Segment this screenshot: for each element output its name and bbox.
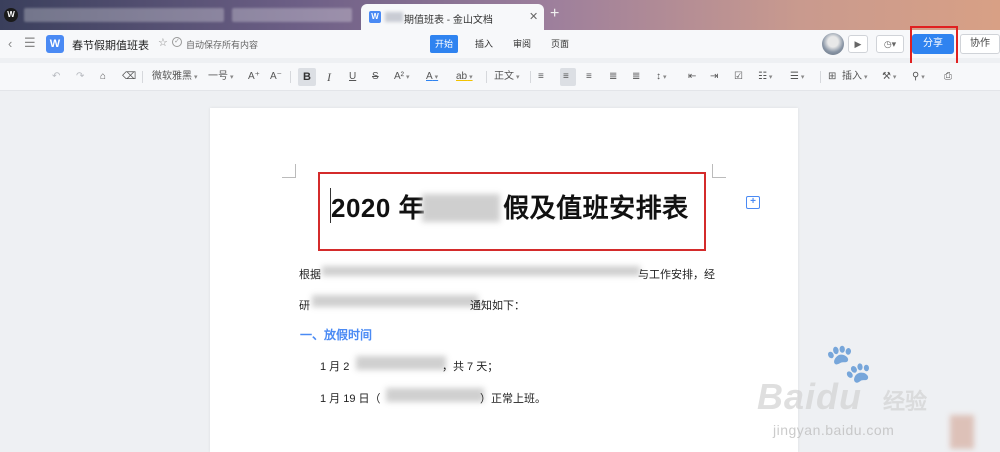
highlight-color-icon[interactable]: ab [456, 69, 473, 86]
decrease-font-icon[interactable]: A⁻ [270, 69, 282, 85]
list-item-end: ）正常上班。 [480, 393, 546, 405]
paragraph-style-select[interactable]: 正文 [494, 69, 519, 86]
redacted-text [312, 295, 478, 307]
present-icon[interactable]: ▶ [848, 35, 868, 53]
indent-increase-icon[interactable]: ⇥ [710, 69, 718, 85]
paragraph-start: 研 [299, 300, 310, 312]
bullet-list-icon[interactable]: ☷ [758, 69, 772, 86]
align-left-icon[interactable]: ≡ [538, 69, 544, 85]
underline-button[interactable]: U [349, 69, 356, 85]
star-icon[interactable]: ☆ [158, 36, 168, 49]
margin-corner-mark [282, 164, 296, 178]
blurred-tab[interactable] [232, 8, 352, 22]
close-icon[interactable]: ✕ [529, 10, 538, 23]
toolbar-divider [290, 71, 291, 83]
watermark-url: jingyan.baidu.com [773, 422, 895, 438]
line-spacing-icon[interactable]: ↕ [656, 69, 666, 86]
toolbar-divider [142, 71, 143, 83]
document-title[interactable]: 春节假期值班表 [72, 37, 149, 53]
title-highlight-box [318, 172, 706, 251]
back-icon[interactable]: ‹ [8, 36, 12, 51]
share-highlight-box [910, 26, 958, 66]
font-family-select[interactable]: 微软雅黑 [152, 69, 197, 86]
clear-format-icon[interactable]: ⌫ [122, 69, 136, 85]
insert-menu[interactable]: 插入 [842, 69, 867, 86]
history-icon[interactable]: ◷▾ [876, 35, 904, 53]
redacted-text [385, 12, 403, 22]
justify-icon[interactable]: ≣ [609, 69, 617, 85]
browser-tab-bar: W W 期值班表 - 金山文档 ✕ + [0, 0, 1000, 30]
format-painter-icon[interactable]: ⌂ [100, 69, 106, 85]
paragraph-start: 根据 [299, 269, 321, 281]
tab-page[interactable]: 页面 [546, 35, 574, 53]
comment-icon[interactable]: + [746, 196, 760, 209]
redacted-text [386, 388, 484, 402]
list-item-end: ，共 7 天； [442, 361, 499, 373]
checkbox-list-icon[interactable]: ☑ [734, 69, 743, 85]
blurred-tab[interactable] [24, 8, 224, 22]
increase-font-icon[interactable]: A⁺ [248, 69, 260, 85]
document-type-icon: W [46, 35, 64, 53]
toolbar-divider [530, 71, 531, 83]
margin-corner-mark [712, 164, 726, 178]
hamburger-menu-icon[interactable]: ☰ [24, 35, 36, 51]
redo-icon[interactable]: ↷ [76, 69, 84, 85]
align-center-icon[interactable]: ≡ [563, 69, 569, 85]
tab-review[interactable]: 审阅 [508, 35, 536, 53]
bold-button[interactable]: B [298, 68, 316, 86]
toolbar-divider [820, 71, 821, 83]
tools-icon[interactable]: ⚒ [882, 69, 896, 86]
check-circle-icon: ✓ [172, 37, 182, 47]
toolbar-divider [486, 71, 487, 83]
section-heading: 一、放假时间 [300, 328, 373, 342]
strikethrough-button[interactable]: S [372, 69, 379, 85]
list-item-start: 1 月 19 日（ [320, 393, 381, 405]
print-icon[interactable]: ⎙ [944, 69, 952, 85]
watermark-jingyan: 经验 [883, 389, 928, 414]
watermark-brand: Baidu [757, 376, 863, 417]
redacted-text [322, 266, 640, 276]
insert-icon[interactable]: ⊞ [828, 69, 836, 85]
paragraph-end: 通知如下： [470, 300, 525, 312]
indent-decrease-icon[interactable]: ⇤ [688, 69, 696, 85]
undo-icon[interactable]: ↶ [52, 69, 60, 85]
tab-insert[interactable]: 插入 [470, 35, 498, 53]
avatar[interactable] [822, 33, 844, 55]
wps-logo-icon[interactable]: W [4, 8, 18, 22]
font-color-icon[interactable]: A [426, 69, 438, 86]
blurred-widget[interactable] [950, 415, 974, 449]
font-size-select[interactable]: 一号 [208, 69, 233, 86]
list-item-start: 1 月 2 [320, 361, 350, 373]
active-tab-title: 期值班表 - 金山文档 [404, 15, 493, 26]
paragraph-end: 与工作安排，经 [638, 269, 715, 281]
align-right-icon[interactable]: ≡ [586, 69, 592, 85]
italic-button[interactable]: I [327, 69, 331, 85]
numbered-list-icon[interactable]: ☰ [790, 69, 804, 86]
document-icon: W [369, 11, 381, 23]
formatting-toolbar: ↶ ↷ ⌂ ⌫ 微软雅黑 一号 A⁺ A⁻ B I U S A² A ab 正文… [0, 63, 1000, 91]
active-tab[interactable]: W 期值班表 - 金山文档 ✕ [361, 4, 544, 30]
document-header: ‹ ☰ W 春节假期值班表 ☆ ✓ 自动保存所有内容 开始 插入 审阅 页面 ▶… [0, 30, 1000, 58]
autosave-status: 自动保存所有内容 [186, 40, 259, 50]
tab-start[interactable]: 开始 [430, 35, 459, 53]
collaborate-button[interactable]: 协作 [960, 34, 1000, 54]
search-icon[interactable]: ⚲ [912, 69, 925, 86]
new-tab-icon[interactable]: + [550, 6, 559, 22]
redacted-text [356, 356, 446, 370]
distributed-align-icon[interactable]: ≣ [632, 69, 640, 85]
superscript-icon[interactable]: A² [394, 69, 409, 86]
